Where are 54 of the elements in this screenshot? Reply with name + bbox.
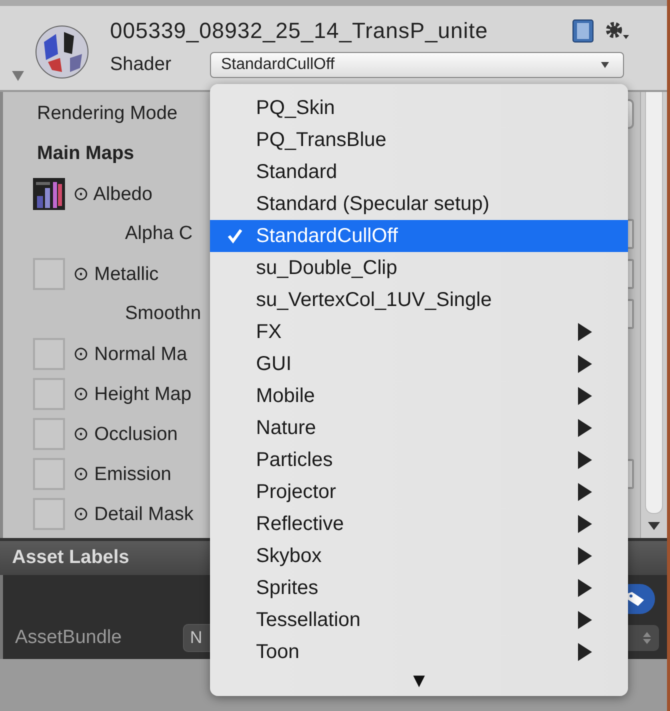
material-name: 005339_08932_25_14_TransP_unite bbox=[110, 18, 490, 44]
menu-item[interactable]: StandardCullOff bbox=[210, 220, 628, 252]
property-label: ⊙ Occlusion bbox=[73, 423, 178, 446]
submenu-arrow-icon bbox=[578, 419, 592, 437]
property-label: ⊙ Metallic bbox=[73, 263, 159, 286]
submenu-arrow-icon bbox=[578, 579, 592, 597]
menu-item[interactable]: Toon bbox=[210, 636, 628, 668]
menu-item[interactable]: Projector bbox=[210, 476, 628, 508]
scrollbar[interactable] bbox=[640, 92, 667, 538]
menu-item[interactable]: Particles bbox=[210, 444, 628, 476]
property-label: ⊙ Height Map bbox=[73, 383, 192, 406]
menu-item[interactable]: PQ_TransBlue bbox=[210, 124, 628, 156]
submenu-arrow-icon bbox=[578, 547, 592, 565]
submenu-arrow-icon bbox=[578, 643, 592, 661]
submenu-arrow-icon bbox=[578, 451, 592, 469]
property-label: Rendering Mode bbox=[37, 103, 178, 125]
shader-dropdown[interactable]: StandardCullOff bbox=[210, 52, 624, 78]
menu-item[interactable]: Sprites bbox=[210, 572, 628, 604]
property-label: ⊙ Detail Mask bbox=[73, 503, 194, 526]
property-label: Smoothn bbox=[124, 303, 202, 325]
sphere-drawing bbox=[34, 24, 90, 80]
updown-icon bbox=[643, 632, 651, 644]
menu-item[interactable]: Reflective bbox=[210, 508, 628, 540]
property-label: ⊙ Albedo bbox=[73, 183, 152, 206]
property-label: ⊙ Emission bbox=[73, 463, 172, 486]
menu-item[interactable]: Tessellation bbox=[210, 604, 628, 636]
shader-label: Shader bbox=[110, 54, 172, 76]
menu-item[interactable]: su_VertexCol_1UV_Single bbox=[210, 284, 628, 316]
menu-item[interactable]: Skybox bbox=[210, 540, 628, 572]
menu-item[interactable]: Standard bbox=[210, 156, 628, 188]
tag-icon bbox=[625, 591, 645, 607]
collapse-arrow-icon[interactable] bbox=[12, 71, 24, 81]
property-label: ⊙ Normal Ma bbox=[73, 343, 188, 366]
property-label: Alpha C bbox=[124, 223, 193, 245]
section-title: Asset Labels bbox=[12, 547, 130, 569]
submenu-arrow-icon bbox=[578, 515, 592, 533]
menu-item[interactable]: Mobile bbox=[210, 380, 628, 412]
menu-item[interactable]: Standard (Specular setup) bbox=[210, 188, 628, 220]
menu-item[interactable]: GUI bbox=[210, 348, 628, 380]
submenu-arrow-icon bbox=[578, 611, 592, 629]
menu-item[interactable]: su_Double_Clip bbox=[210, 252, 628, 284]
submenu-arrow-icon bbox=[578, 323, 592, 341]
section-heading: Main Maps bbox=[36, 143, 134, 165]
menu-item[interactable]: FX bbox=[210, 316, 628, 348]
menu-item[interactable]: PQ_Skin bbox=[210, 92, 628, 124]
menu-item[interactable]: Nature bbox=[210, 412, 628, 444]
submenu-arrow-icon bbox=[578, 387, 592, 405]
assetbundle-label: AssetBundle bbox=[14, 627, 123, 649]
checkmark-icon bbox=[227, 228, 243, 244]
scroll-down-arrow[interactable]: ▼ bbox=[210, 670, 628, 693]
submenu-arrow-icon bbox=[578, 355, 592, 373]
scroll-down-icon[interactable] bbox=[648, 522, 660, 530]
submenu-arrow-icon bbox=[578, 483, 592, 501]
caret-icon bbox=[601, 62, 609, 68]
